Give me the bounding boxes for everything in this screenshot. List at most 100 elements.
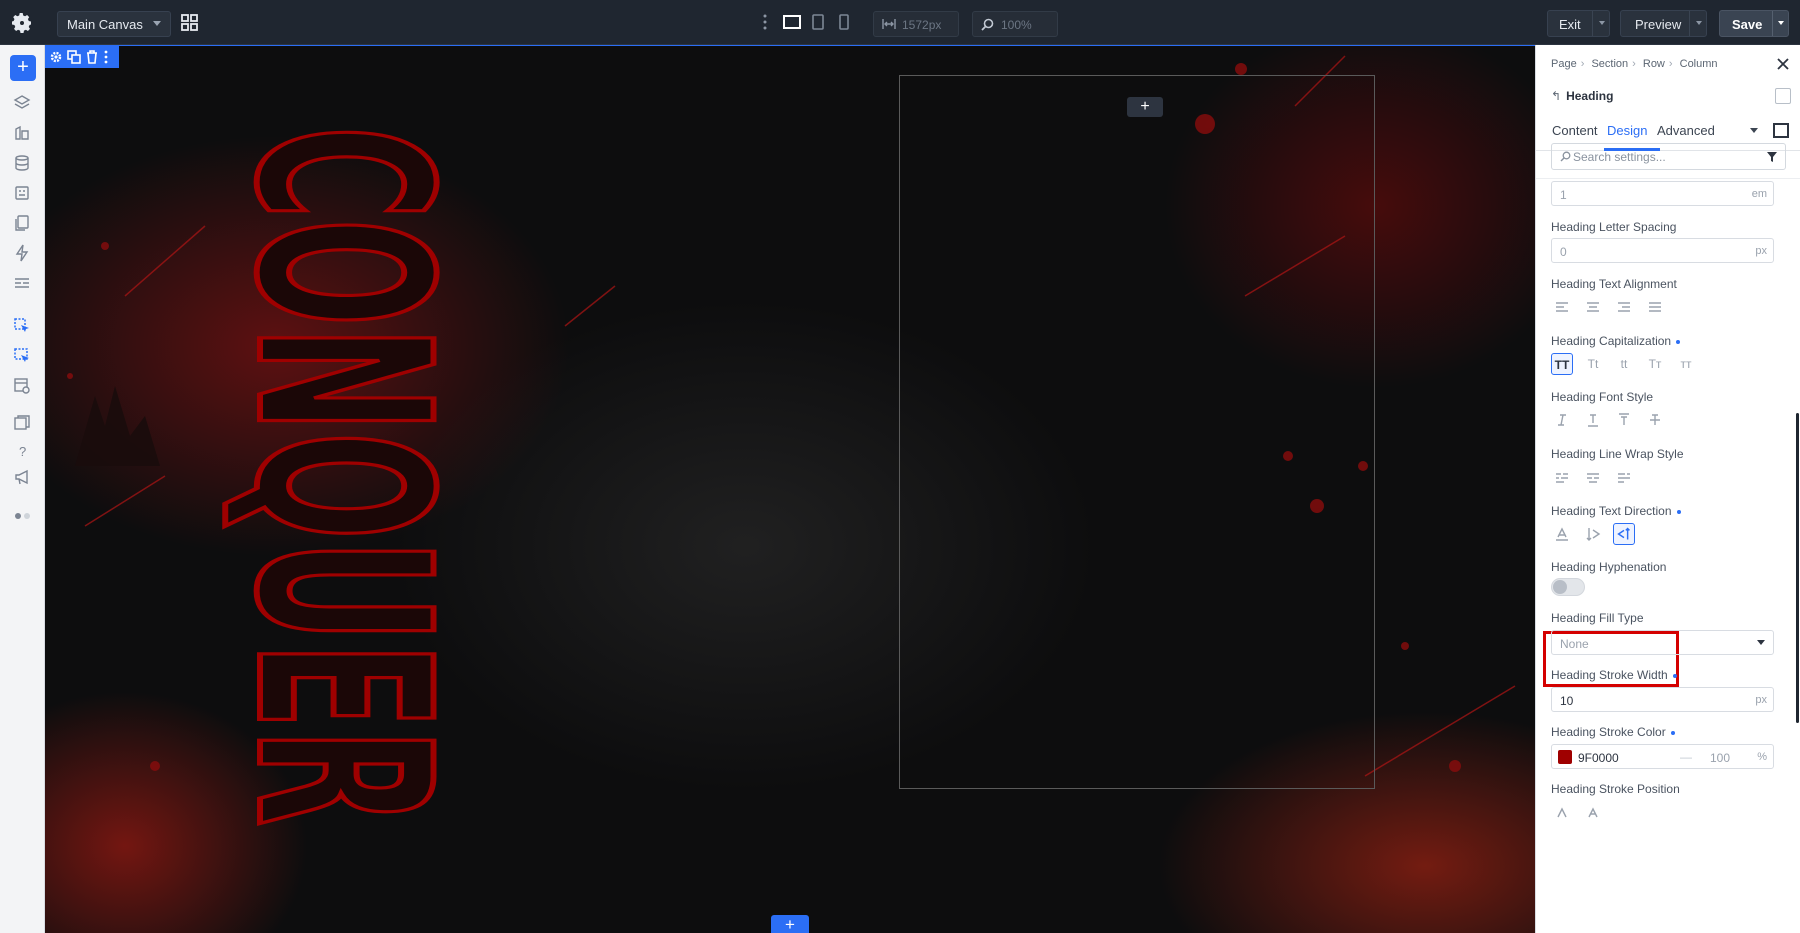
hyphenation-toggle[interactable] <box>1551 578 1585 596</box>
preset-box-icon[interactable] <box>1773 123 1789 138</box>
settings-scroll-area[interactable]: 1 em Heading Letter Spacing 0 px Heading T… <box>1536 178 1800 933</box>
add-section-button[interactable]: + <box>771 915 809 933</box>
stroke-inside-icon[interactable] <box>1582 801 1604 823</box>
add-element-button[interactable]: + <box>10 55 36 81</box>
lightning-icon[interactable] <box>13 244 31 262</box>
back-arrow-icon[interactable]: ↰ <box>1551 89 1561 103</box>
breadcrumb-row[interactable]: Row <box>1643 58 1665 70</box>
interactions-icon[interactable] <box>13 317 31 335</box>
add-module-button[interactable]: + <box>1127 97 1163 117</box>
uppercase-option[interactable]: TT <box>1551 353 1573 375</box>
preview-dropdown-icon[interactable] <box>1696 21 1702 25</box>
element-title: ↰ Heading <box>1551 89 1613 103</box>
design-library-icon[interactable] <box>13 124 31 142</box>
stroke-position-label: Heading Stroke Position <box>1551 782 1680 796</box>
line-height-input[interactable]: 1 em <box>1551 181 1774 206</box>
tab-advanced[interactable]: Advanced <box>1657 123 1715 138</box>
settings-panel: Page › Section › Row › Column ↰ Heading Cont… <box>1535 45 1800 933</box>
vertical-rl-text-icon[interactable] <box>1582 523 1604 545</box>
canvas-selector-label: Main Canvas <box>67 17 143 32</box>
title-case-option[interactable]: Tт <box>1644 353 1666 375</box>
pages-icon[interactable] <box>13 214 31 232</box>
template-settings-icon[interactable] <box>13 377 31 395</box>
tab-design[interactable]: Design <box>1607 123 1647 138</box>
wrap-balance-icon[interactable] <box>1551 466 1573 488</box>
sections-icon[interactable] <box>13 274 31 292</box>
exit-dropdown-icon[interactable] <box>1599 21 1605 25</box>
canvas-width-value: 1572px <box>902 18 942 32</box>
layers-icon[interactable] <box>13 94 31 112</box>
stroke-width-label: Heading Stroke Width <box>1551 668 1677 682</box>
search-icon <box>981 18 994 31</box>
heading-element[interactable]: CONQUER <box>200 123 483 832</box>
phone-view-icon[interactable] <box>836 12 852 32</box>
stroke-color-label: Heading Stroke Color <box>1551 725 1675 739</box>
megaphone-icon[interactable] <box>13 468 31 486</box>
exit-button[interactable]: Exit <box>1559 17 1581 32</box>
align-justify-icon[interactable] <box>1644 296 1666 318</box>
preview-button[interactable]: Preview <box>1635 17 1681 32</box>
stroke-width-unit[interactable]: px <box>1755 694 1767 706</box>
close-icon[interactable] <box>1776 57 1790 71</box>
wrap-stable-icon[interactable] <box>1613 466 1635 488</box>
small-caps-option[interactable]: ᴛᴛ <box>1675 353 1697 375</box>
line-height-value: 1 <box>1560 188 1567 202</box>
hyphenation-label: Heading Hyphenation <box>1551 560 1667 574</box>
overline-icon[interactable] <box>1613 409 1635 431</box>
align-center-icon[interactable] <box>1582 296 1604 318</box>
breadcrumb-column[interactable]: Column <box>1680 58 1718 70</box>
stroke-outside-icon[interactable] <box>1551 801 1573 823</box>
vertical-lr-text-icon[interactable] <box>1613 523 1635 545</box>
horizontal-text-icon[interactable] <box>1551 523 1573 545</box>
breadcrumb-section[interactable]: Section <box>1591 58 1628 70</box>
letter-spacing-unit[interactable]: px <box>1755 245 1767 257</box>
toggle-knob <box>1553 580 1567 594</box>
gear-icon[interactable] <box>10 11 34 35</box>
letter-spacing-label: Heading Letter Spacing <box>1551 220 1677 234</box>
wrap-pretty-icon[interactable] <box>1582 466 1604 488</box>
tablet-view-icon[interactable] <box>810 12 826 32</box>
lowercase-option[interactable]: tt <box>1613 353 1635 375</box>
help-icon[interactable]: ? <box>13 442 31 460</box>
width-arrows-icon <box>882 19 896 29</box>
letter-spacing-input[interactable]: 0 px <box>1551 238 1774 263</box>
italic-icon[interactable] <box>1551 409 1573 431</box>
search-placeholder: Search settings... <box>1573 150 1666 164</box>
database-icon[interactable] <box>13 154 31 172</box>
save-dropdown-icon[interactable] <box>1778 21 1784 25</box>
align-left-icon[interactable] <box>1551 296 1573 318</box>
grid-icon[interactable] <box>181 14 198 31</box>
stroke-width-input[interactable]: 10 px <box>1551 687 1774 712</box>
canvas-selector[interactable]: Main Canvas <box>57 11 171 37</box>
more-vertical-icon[interactable] <box>762 13 768 31</box>
strikethrough-icon[interactable] <box>1644 409 1666 431</box>
filter-icon[interactable] <box>1766 151 1778 163</box>
breadcrumb-page[interactable]: Page <box>1551 58 1577 70</box>
capitalize-option[interactable]: Tt <box>1582 353 1604 375</box>
global-interactions-icon[interactable] <box>13 347 31 365</box>
save-button[interactable]: Save <box>1732 17 1762 32</box>
empty-column[interactable] <box>899 75 1375 789</box>
theme-toggle-icon[interactable] <box>13 507 33 525</box>
modified-dot <box>1676 509 1681 514</box>
desktop-view-icon[interactable] <box>782 12 802 32</box>
canvas-width-input[interactable]: 1572px <box>873 11 959 37</box>
settings-search-input[interactable]: Search settings... <box>1551 143 1786 170</box>
stroke-color-input[interactable]: 9F0000 — 100 % <box>1551 744 1774 769</box>
stroke-opacity-value[interactable]: 100 <box>1710 751 1730 765</box>
color-swatch[interactable] <box>1558 750 1572 764</box>
line-height-unit[interactable]: em <box>1752 188 1767 200</box>
fill-type-select[interactable]: None <box>1551 630 1774 655</box>
align-right-icon[interactable] <box>1613 296 1635 318</box>
forms-icon[interactable] <box>13 184 31 202</box>
underline-icon[interactable] <box>1582 409 1604 431</box>
builder-canvas[interactable]: CONQUER + + <box>45 45 1535 933</box>
tab-content[interactable]: Content <box>1552 123 1598 138</box>
zoom-input[interactable]: 100% <box>972 11 1058 37</box>
save-button-group: Save <box>1719 10 1789 37</box>
chevron-down-icon[interactable] <box>1750 128 1758 133</box>
panel-scrollbar[interactable] <box>1796 413 1799 723</box>
stroke-width-value: 10 <box>1560 694 1574 708</box>
history-icon[interactable] <box>13 414 31 432</box>
swap-icon[interactable] <box>1775 88 1791 104</box>
